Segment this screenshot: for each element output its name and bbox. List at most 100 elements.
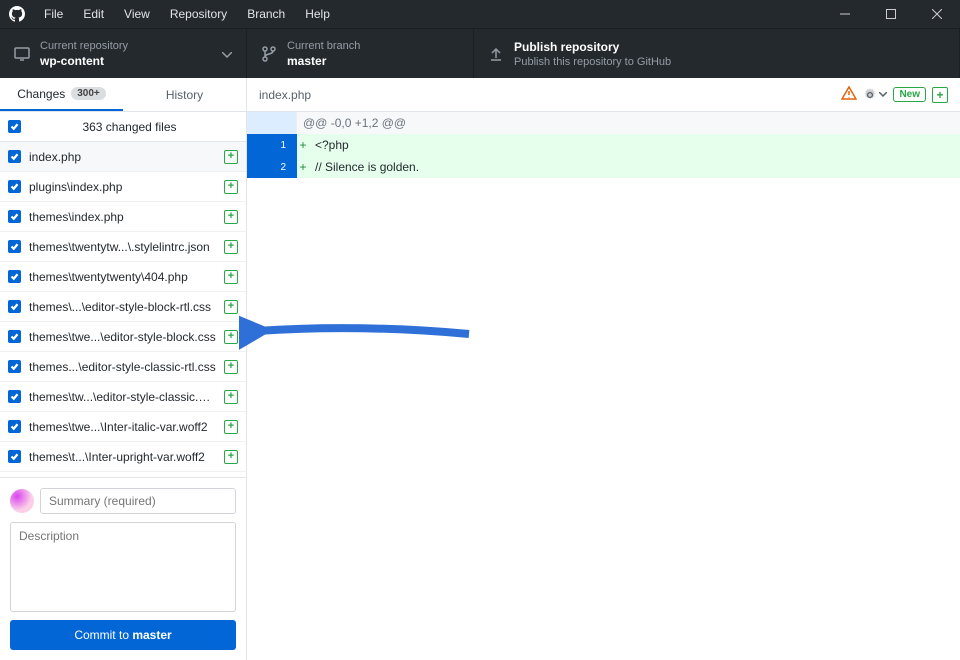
avatar	[10, 489, 34, 513]
file-checkbox[interactable]	[8, 420, 21, 433]
file-name: themes\...\editor-style-block-rtl.css	[29, 300, 216, 314]
menu-view[interactable]: View	[114, 0, 160, 28]
window-controls	[822, 0, 960, 28]
menu-bar: File Edit View Repository Branch Help	[34, 0, 340, 28]
title-bar: File Edit View Repository Branch Help	[0, 0, 960, 28]
branch-selector[interactable]: Current branch master	[247, 29, 474, 78]
line-number: 1	[247, 134, 297, 156]
file-checkbox[interactable]	[8, 240, 21, 253]
commit-description-input[interactable]	[10, 522, 236, 612]
sidebar-tabs: Changes 300+ History	[0, 78, 246, 112]
file-name: themes\index.php	[29, 210, 216, 224]
file-name: themes\twentytwenty\404.php	[29, 270, 216, 284]
file-row[interactable]: themes\twentytwenty\404.php +	[0, 262, 246, 292]
sidebar: Changes 300+ History 363 changed files i…	[0, 78, 247, 660]
monitor-icon	[12, 47, 32, 61]
close-button[interactable]	[914, 0, 960, 28]
changed-files-count: 363 changed files	[21, 120, 238, 134]
upload-icon	[486, 47, 506, 61]
maximize-button[interactable]	[868, 0, 914, 28]
commit-prefix: Commit to	[74, 628, 132, 642]
git-branch-icon	[259, 46, 279, 62]
file-checkbox[interactable]	[8, 270, 21, 283]
chevron-down-icon	[222, 47, 232, 61]
tab-changes[interactable]: Changes 300+	[0, 78, 123, 111]
repo-value: wp-content	[40, 53, 128, 69]
branch-label: Current branch	[287, 39, 360, 53]
toolbar: Current repository wp-content Current br…	[0, 28, 960, 78]
menu-file[interactable]: File	[34, 0, 73, 28]
diff-body: @@ -0,0 +1,2 @@ 1+<?php2+// Silence is g…	[247, 112, 960, 178]
file-checkbox[interactable]	[8, 330, 21, 343]
changes-header: 363 changed files	[0, 112, 246, 142]
file-checkbox[interactable]	[8, 300, 21, 313]
file-checkbox[interactable]	[8, 450, 21, 463]
commit-panel: Commit to master	[0, 477, 246, 660]
file-checkbox[interactable]	[8, 180, 21, 193]
minimize-button[interactable]	[822, 0, 868, 28]
menu-edit[interactable]: Edit	[73, 0, 114, 28]
diff-filename: index.php	[259, 88, 833, 102]
file-checkbox[interactable]	[8, 360, 21, 373]
diff-hunk-header: @@ -0,0 +1,2 @@	[247, 112, 960, 134]
added-icon: +	[224, 450, 238, 464]
diff-header: index.php New +	[247, 78, 960, 112]
added-icon: +	[224, 150, 238, 164]
file-row[interactable]: plugins\index.php+	[0, 172, 246, 202]
file-checkbox[interactable]	[8, 150, 21, 163]
file-checkbox[interactable]	[8, 210, 21, 223]
tab-history[interactable]: History	[123, 78, 246, 111]
file-row[interactable]: themes\...\editor-style-block-rtl.css +	[0, 292, 246, 322]
file-name: themes\tw...\editor-style-classic.css	[29, 390, 216, 404]
file-name: themes\twentytw...\.stylelintrc.json	[29, 240, 216, 254]
tab-changes-label: Changes	[17, 87, 65, 101]
warning-icon[interactable]	[841, 85, 857, 104]
file-row[interactable]: themes\t...\Inter-upright-var.woff2 +	[0, 442, 246, 472]
publish-button[interactable]: Publish repository Publish this reposito…	[474, 29, 960, 78]
expand-icon[interactable]: +	[932, 87, 948, 103]
file-name: index.php	[29, 150, 216, 164]
diff-line[interactable]: 2+// Silence is golden.	[247, 156, 960, 178]
file-name: themes\t...\Inter-upright-var.woff2	[29, 450, 216, 464]
added-icon: +	[224, 210, 238, 224]
publish-title: Publish repository	[514, 39, 671, 55]
file-name: themes\twe...\Inter-italic-var.woff2	[29, 420, 216, 434]
added-icon: +	[224, 270, 238, 284]
file-row[interactable]: themes\tw...\editor-style-classic.css +	[0, 382, 246, 412]
repository-selector[interactable]: Current repository wp-content	[0, 29, 247, 78]
line-number: 2	[247, 156, 297, 178]
menu-help[interactable]: Help	[295, 0, 340, 28]
select-all-checkbox[interactable]	[8, 120, 21, 133]
file-name: themes...\editor-style-classic-rtl.css	[29, 360, 216, 374]
tab-changes-count: 300+	[71, 87, 106, 100]
commit-branch: master	[132, 628, 171, 642]
file-row[interactable]: themes\twentytw...\.stylelintrc.json+	[0, 232, 246, 262]
tab-history-label: History	[166, 88, 203, 102]
hunk-text: @@ -0,0 +1,2 @@	[297, 116, 406, 130]
diff-line[interactable]: 1+<?php	[247, 134, 960, 156]
app-logo-icon	[0, 6, 34, 22]
diff-code: <?php	[309, 138, 349, 152]
added-icon: +	[224, 420, 238, 434]
file-row[interactable]: themes\twe...\Inter-italic-var.woff2 +	[0, 412, 246, 442]
file-list[interactable]: index.php+plugins\index.php+themes\index…	[0, 142, 246, 472]
commit-summary-input[interactable]	[40, 488, 236, 514]
added-icon: +	[224, 300, 238, 314]
publish-sub: Publish this repository to GitHub	[514, 55, 671, 69]
branch-value: master	[287, 53, 360, 69]
menu-repository[interactable]: Repository	[160, 0, 237, 28]
file-row[interactable]: index.php +	[0, 142, 246, 172]
file-row[interactable]: themes\index.php +	[0, 202, 246, 232]
file-checkbox[interactable]	[8, 390, 21, 403]
menu-branch[interactable]: Branch	[237, 0, 295, 28]
commit-button[interactable]: Commit to master	[10, 620, 236, 650]
file-row[interactable]: themes\twe...\editor-style-block.css+	[0, 322, 246, 352]
file-name: plugins\index.php	[29, 180, 216, 194]
gear-icon[interactable]	[863, 88, 887, 102]
file-row[interactable]: themes...\editor-style-classic-rtl.css +	[0, 352, 246, 382]
file-name: themes\twe...\editor-style-block.css	[29, 330, 216, 344]
added-icon: +	[224, 360, 238, 374]
repo-label: Current repository	[40, 39, 128, 53]
new-badge: New	[893, 87, 926, 102]
added-icon: +	[224, 390, 238, 404]
